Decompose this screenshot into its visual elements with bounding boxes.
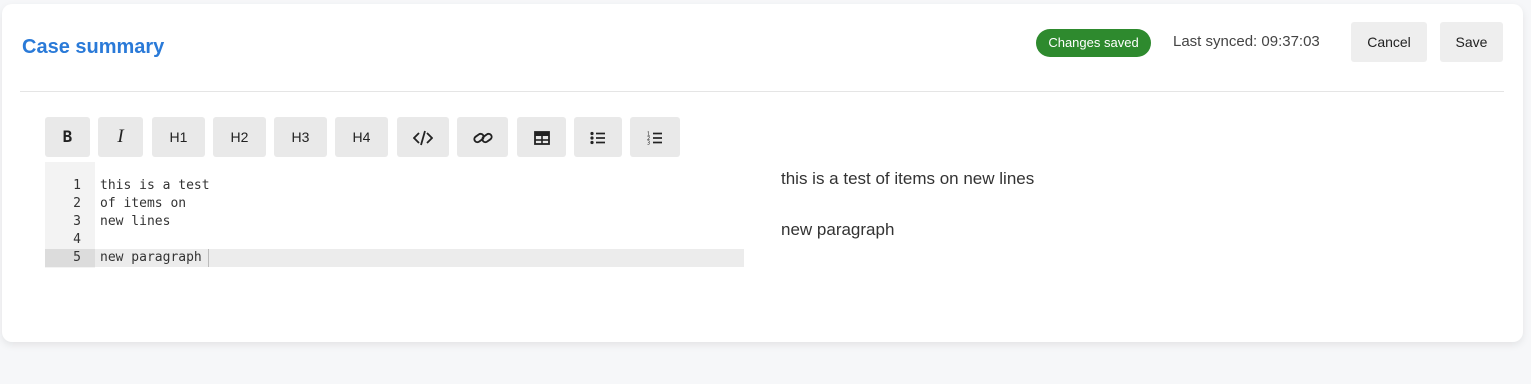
table-icon <box>533 131 550 146</box>
h1-button[interactable]: H1 <box>152 117 205 157</box>
editor-line[interactable]: 2 of items on <box>45 195 744 213</box>
italic-button[interactable]: I <box>98 117 143 157</box>
link-icon <box>472 133 493 144</box>
numbered-list-button[interactable]: 1 2 3 <box>630 117 680 157</box>
status-badge: Changes saved <box>1036 29 1151 57</box>
editor-line[interactable]: 1 this is a test <box>45 177 744 195</box>
case-summary-card: Case summary Changes saved Last synced: … <box>2 4 1523 342</box>
h4-button[interactable]: H4 <box>335 117 388 157</box>
markdown-editor[interactable]: 1 this is a test 2 of items on 3 new lin… <box>45 162 744 268</box>
line-number: 5 <box>45 249 95 267</box>
code-button[interactable] <box>397 117 449 157</box>
numbered-list-icon: 1 2 3 <box>647 132 662 146</box>
header-divider <box>20 91 1504 92</box>
link-button[interactable] <box>457 117 508 157</box>
cancel-button[interactable]: Cancel <box>1351 22 1427 62</box>
preview-paragraph: new paragraph <box>781 220 895 239</box>
line-text: of items on <box>100 196 187 211</box>
line-number: 2 <box>73 196 81 211</box>
editor-line[interactable]: 4 <box>45 231 744 249</box>
line-number: 1 <box>73 178 81 193</box>
editor-line[interactable]: 3 new lines <box>45 213 744 231</box>
line-text: this is a test <box>100 178 210 193</box>
markdown-preview: this is a test of items on new lines new… <box>781 167 1034 242</box>
line-number: 3 <box>73 214 81 229</box>
preview-paragraph: this is a test of items on new lines <box>781 169 1035 188</box>
h2-button[interactable]: H2 <box>213 117 266 157</box>
last-synced-text: Last synced: 09:37:03 <box>1173 33 1320 50</box>
bullet-list-button[interactable] <box>574 117 622 157</box>
code-icon <box>413 131 433 146</box>
svg-text:3: 3 <box>647 141 650 146</box>
editor-line-active[interactable]: 5 new paragraph <box>45 249 744 267</box>
line-number: 4 <box>73 232 81 247</box>
bullet-list-icon <box>590 132 605 145</box>
page-title: Case summary <box>22 36 165 58</box>
h3-button[interactable]: H3 <box>274 117 327 157</box>
bold-button[interactable]: B <box>45 117 90 157</box>
table-button[interactable] <box>517 117 566 157</box>
line-text: new lines <box>100 214 171 229</box>
text-cursor <box>208 249 209 267</box>
line-text: new paragraph <box>100 250 202 265</box>
save-button[interactable]: Save <box>1440 22 1503 62</box>
